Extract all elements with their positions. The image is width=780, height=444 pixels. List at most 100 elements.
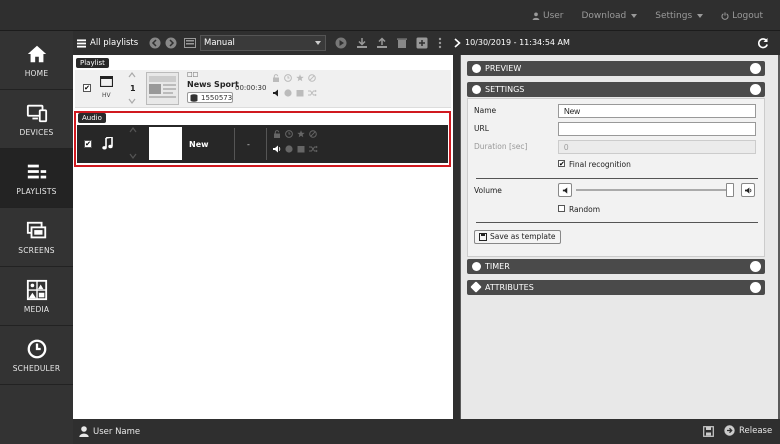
download-icon[interactable]	[356, 37, 368, 49]
row-name: New	[189, 140, 209, 149]
play-circle-icon	[472, 64, 481, 73]
row-id-value: 15505733	[201, 94, 233, 102]
calendar-icon[interactable]	[296, 89, 304, 97]
chevron-down-icon[interactable]	[128, 98, 136, 104]
settings-divider	[476, 178, 758, 179]
name-input[interactable]	[558, 104, 756, 118]
arrow-right-icon[interactable]	[165, 37, 177, 49]
playlist-panel-title[interactable]: All playlists	[77, 38, 138, 48]
settings-section-header[interactable]: SETTINGS	[467, 82, 765, 97]
user-name: User Name	[93, 427, 141, 437]
ban-icon[interactable]	[308, 74, 316, 82]
timer-section-header[interactable]: TIMER	[467, 259, 765, 274]
clock-icon[interactable]	[285, 130, 293, 138]
sidebar-item-devices[interactable]: DEVICES	[0, 90, 73, 149]
sidebar-item-screens[interactable]: SCREENS	[0, 208, 73, 267]
settings-menu[interactable]: Settings	[646, 11, 712, 21]
sidebar-item-label: PLAYLISTS	[16, 186, 57, 196]
ban-icon[interactable]	[309, 130, 317, 138]
tag-icon	[470, 281, 482, 293]
playlist-panel-title-label: All playlists	[90, 38, 139, 48]
shuffle-icon[interactable]	[309, 145, 318, 153]
settings-section-label: SETTINGS	[485, 85, 525, 94]
chevron-right-icon[interactable]	[454, 38, 461, 48]
shuffle-icon[interactable]	[308, 89, 317, 97]
chevron-down-icon[interactable]	[129, 153, 137, 159]
row-orientation: HV	[102, 92, 111, 99]
sidebar-item-label: MEDIA	[23, 304, 50, 314]
chevron-up-icon[interactable]	[129, 127, 137, 133]
info-icon[interactable]	[284, 89, 292, 97]
upload-icon[interactable]	[376, 37, 388, 49]
volume-label: Volume	[474, 186, 502, 195]
clock-icon	[472, 262, 481, 271]
sidebar-item-playlists[interactable]: PLAYLISTS	[0, 149, 73, 208]
volume-up-button[interactable]	[741, 183, 755, 197]
volume-down-icon	[562, 187, 568, 194]
bottom-bar: User Name Release	[73, 419, 780, 444]
lock-icon[interactable]	[272, 74, 280, 82]
arrow-left-icon[interactable]	[149, 37, 161, 49]
user-icon	[532, 12, 540, 20]
sidebar-item-label: SCHEDULER	[12, 363, 61, 373]
details-panel: 10/30/2019 - 11:34:54 AM PREVIEW SETTING…	[454, 31, 780, 419]
playlist-mode-select[interactable]: Manual	[200, 35, 326, 51]
settings-divider	[476, 222, 758, 223]
logout-label: Logout	[732, 10, 763, 21]
volume-icon[interactable]	[272, 89, 280, 97]
preview-section-header[interactable]: PREVIEW	[467, 61, 765, 76]
lock-icon[interactable]	[273, 130, 281, 138]
settings-menu-label: Settings	[655, 10, 693, 21]
row-duration: 00:00:30	[235, 84, 267, 92]
playlist-row[interactable]: ✔ HV 1 □□ News Sport 15505733 00:00:30	[75, 70, 451, 108]
more-icon[interactable]	[434, 37, 446, 49]
play-icon[interactable]	[335, 37, 347, 49]
row-checkbox[interactable]: ✔	[84, 140, 92, 148]
volume-up-icon	[745, 187, 752, 194]
clock-icon[interactable]	[284, 74, 292, 82]
details-header: 10/30/2019 - 11:34:54 AM	[454, 31, 780, 55]
release-button[interactable]: Release	[724, 425, 772, 436]
calendar-icon[interactable]	[297, 145, 305, 153]
volume-slider-thumb[interactable]	[726, 183, 734, 197]
news-thumbnail-icon	[149, 76, 176, 98]
row-divider	[266, 128, 267, 160]
star-icon[interactable]	[297, 130, 305, 138]
playlist-mode-value: Manual	[204, 38, 235, 48]
save-icon	[479, 233, 487, 241]
chevron-down-icon	[697, 13, 704, 18]
sidebar-item-home[interactable]: HOME	[0, 31, 73, 90]
user-menu[interactable]: User	[523, 11, 573, 21]
save-as-template-button[interactable]: Save as template	[474, 230, 561, 244]
row-checkbox[interactable]: ✔	[83, 84, 91, 92]
media-icon	[26, 279, 47, 300]
volume-up-icon[interactable]	[272, 145, 282, 153]
selected-row-highlight: Audio ✔ New -	[74, 111, 451, 167]
gear-icon	[472, 85, 481, 94]
download-menu-label: Download	[581, 10, 627, 21]
sidebar-item-media[interactable]: MEDIA	[0, 267, 73, 326]
playlist-row-selected[interactable]: ✔ New -	[77, 125, 448, 163]
row-duration: -	[247, 140, 250, 149]
sidebar-item-scheduler[interactable]: SCHEDULER	[0, 326, 73, 385]
chevron-up-icon[interactable]	[128, 72, 136, 78]
trash-icon[interactable]	[396, 37, 408, 49]
playlist-toolbar: All playlists Manual	[73, 31, 453, 55]
chevron-down-icon	[750, 282, 761, 293]
add-icon[interactable]	[416, 37, 428, 49]
music-note-icon	[102, 137, 113, 150]
final-recognition-checkbox[interactable]: ✔	[558, 160, 565, 168]
download-menu[interactable]: Download	[573, 11, 647, 21]
star-icon[interactable]	[296, 74, 304, 82]
refresh-icon[interactable]	[757, 37, 769, 49]
url-input[interactable]	[558, 122, 756, 136]
save-icon[interactable]	[703, 426, 714, 437]
info-icon[interactable]	[285, 145, 293, 153]
list-view-icon[interactable]	[184, 37, 196, 49]
logout-button[interactable]: Logout	[712, 11, 772, 21]
row-order: 1	[130, 84, 136, 93]
random-checkbox[interactable]	[558, 205, 565, 212]
volume-down-button[interactable]	[558, 183, 572, 197]
volume-slider-track[interactable]	[576, 189, 730, 191]
attributes-section-header[interactable]: ATTRIBUTES	[467, 280, 765, 295]
